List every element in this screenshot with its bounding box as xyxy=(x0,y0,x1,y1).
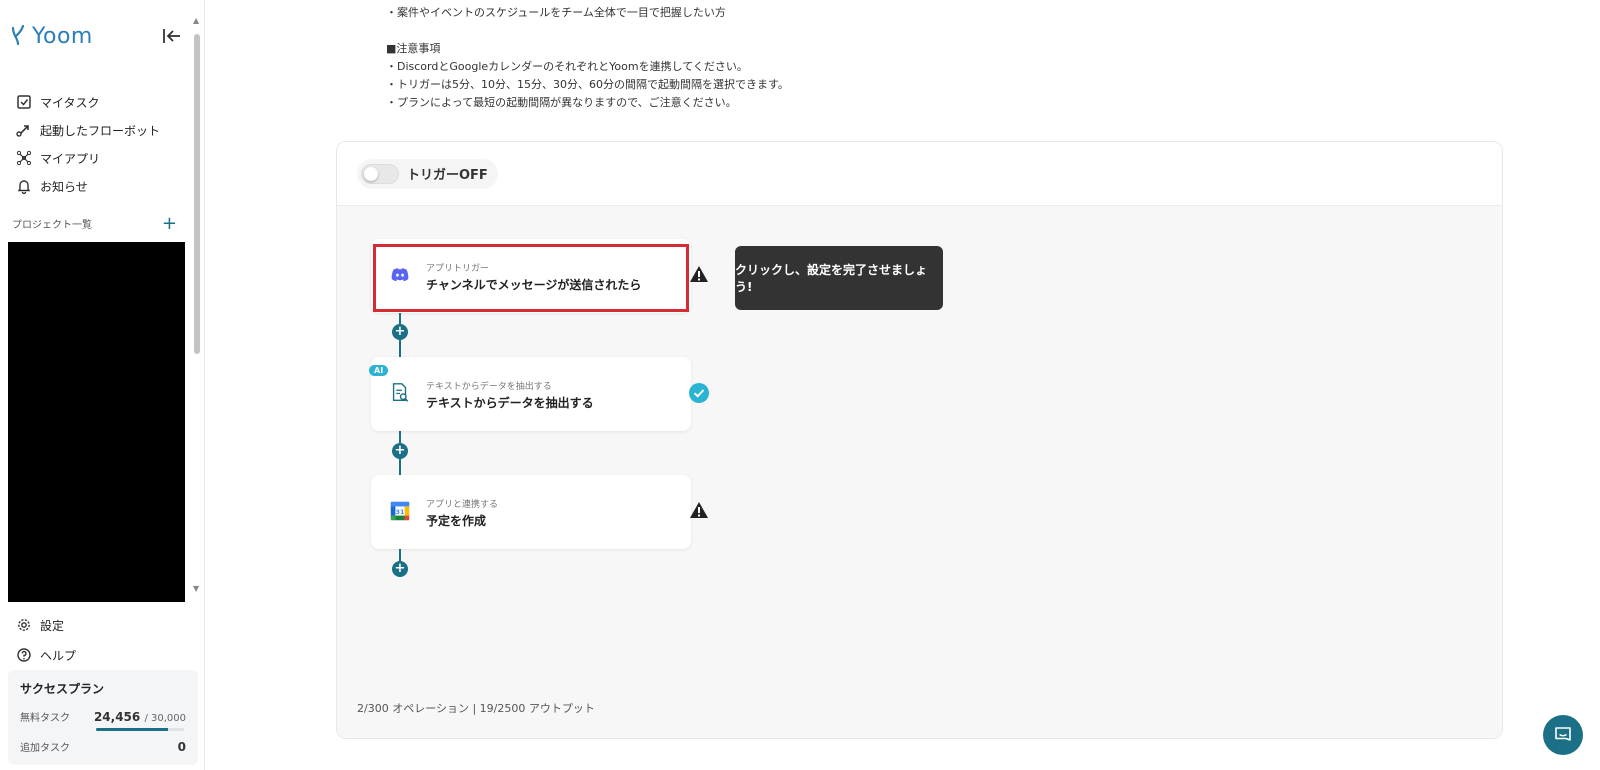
collapse-left-icon xyxy=(163,29,180,43)
step-create-event[interactable]: 31 アプリと連携する 予定を作成 xyxy=(371,475,691,549)
logo-text: Yoom xyxy=(32,23,93,49)
yoom-logo-icon xyxy=(11,24,25,46)
support-chat-button[interactable] xyxy=(1543,715,1583,755)
description-line: ・プランによって最短の起動間隔が異なりますので、ご注意ください。 xyxy=(386,96,737,109)
free-task-value: 24,456 / 30,000 xyxy=(94,710,186,724)
step-title: 予定を作成 xyxy=(426,514,487,528)
nav-label: マイタスク xyxy=(40,95,100,110)
check-icon xyxy=(689,383,709,403)
help-icon xyxy=(17,648,31,662)
toggle-knob xyxy=(364,166,378,181)
step-discord-trigger[interactable]: アプリトリガー チャンネルでメッセージが送信されたら xyxy=(371,239,691,313)
step-subtitle: アプリトリガー xyxy=(426,264,490,274)
flow-arrow-icon xyxy=(16,125,29,137)
collapse-sidebar-button[interactable] xyxy=(160,24,184,48)
nav-item-settings[interactable]: 設定 xyxy=(16,610,186,640)
free-task-row: 無料タスク 24,456 / 30,000 xyxy=(20,709,186,724)
extra-task-row: 追加タスク 0 xyxy=(20,739,186,754)
main-nav: マイタスク 起動したフローボット マイアプリ お知らせ xyxy=(16,88,191,200)
step-extract-text[interactable]: AI テキストからデータを抽出する テキストからデータを抽出する xyxy=(369,357,691,431)
scroll-thumb[interactable] xyxy=(194,34,200,354)
chat-icon xyxy=(1555,727,1571,741)
warning-icon xyxy=(690,502,708,518)
discord-icon xyxy=(391,268,409,282)
svg-text:31: 31 xyxy=(396,508,405,516)
description-line: ・DiscordとGoogleカレンダーのそれぞれとYoomを連携してください。 xyxy=(386,60,748,73)
logo[interactable]: Yoom xyxy=(10,22,93,50)
trigger-toggle[interactable]: トリガーOFF xyxy=(357,158,498,189)
plan-title: サクセスプラン xyxy=(20,682,105,696)
ai-badge: AI xyxy=(369,365,389,376)
step-subtitle: テキストからデータを抽出する xyxy=(426,382,552,392)
step-title: テキストからデータを抽出する xyxy=(426,396,594,410)
checkbox-icon xyxy=(17,95,31,109)
scroll-up-icon[interactable]: ▲ xyxy=(193,16,199,25)
plan-card: サクセスプラン 無料タスク 24,456 / 30,000 追加タスク 0 xyxy=(8,670,198,765)
flowbot-description: ・案件やイベントのスケジュールをチーム全体で一目で把握したい方 ■注意事項 ・D… xyxy=(386,4,789,112)
sidebar-scrollbar[interactable]: ▲ ▼ xyxy=(192,12,202,594)
document-search-icon xyxy=(392,383,409,402)
nav-item-flowbots[interactable]: 起動したフローボット xyxy=(16,116,191,144)
nav-item-my-apps[interactable]: マイアプリ xyxy=(16,144,191,172)
free-task-progress xyxy=(96,728,184,731)
toggle-switch[interactable] xyxy=(361,163,399,184)
description-line xyxy=(386,22,789,40)
bell-icon xyxy=(17,180,31,194)
description-line: ・トリガーは5分、10分、15分、30分、60分の間隔で起動間隔を選択できます。 xyxy=(386,78,789,91)
nav-label: お知らせ xyxy=(40,179,88,194)
project-list-title: プロジェクト一覧 xyxy=(12,220,92,231)
extra-task-label: 追加タスク xyxy=(20,743,70,754)
nav-label: 起動したフローボット xyxy=(40,123,161,138)
setup-tooltip: クリックし、設定を完了させましょう! xyxy=(735,246,943,310)
nav-item-my-tasks[interactable]: マイタスク xyxy=(16,88,191,116)
extra-task-value: 0 xyxy=(177,740,186,754)
nav-item-help[interactable]: ヘルプ xyxy=(16,640,186,670)
step-subtitle: アプリと連携する xyxy=(426,500,499,510)
nav-label: マイアプリ xyxy=(40,151,101,166)
project-list-redacted xyxy=(8,242,185,602)
add-step-button[interactable]: + xyxy=(392,561,408,577)
nav-item-notifications[interactable]: お知らせ xyxy=(16,172,191,200)
flow-editor-card: トリガーOFF アプリトリガー チャンネルでメッセージが送信されたら クリックし… xyxy=(336,141,1503,739)
add-project-button[interactable]: + xyxy=(162,214,177,232)
nav-label: ヘルプ xyxy=(40,648,77,663)
add-step-button[interactable]: + xyxy=(392,443,408,459)
project-list-header: プロジェクト一覧 + xyxy=(12,214,177,232)
scroll-down-icon[interactable]: ▼ xyxy=(193,584,199,593)
description-line: ・案件やイベントのスケジュールをチーム全体で一目で把握したい方 xyxy=(386,6,726,19)
gear-icon xyxy=(18,619,30,631)
free-task-label: 無料タスク xyxy=(20,713,70,724)
flow-header: トリガーOFF xyxy=(337,142,1502,206)
free-task-max: / 30,000 xyxy=(144,713,186,724)
free-task-progress-fill xyxy=(96,728,168,731)
app-network-icon xyxy=(16,150,32,166)
sidebar: Yoom マイタスク 起動したフローボット マイアプリ お知らせ プロジェクト一… xyxy=(0,0,205,770)
trigger-toggle-label: トリガーOFF xyxy=(407,168,488,183)
google-calendar-icon: 31 xyxy=(390,501,410,521)
description-line: ■注意事項 xyxy=(386,42,441,55)
warning-icon xyxy=(690,266,708,282)
free-task-used: 24,456 xyxy=(93,710,141,724)
bottom-nav: 設定 ヘルプ xyxy=(16,610,186,670)
add-step-button[interactable]: + xyxy=(392,324,408,340)
usage-summary: 2/300 オペレーション | 19/2500 アウトプット xyxy=(357,702,595,715)
nav-label: 設定 xyxy=(40,618,65,633)
flow-canvas: アプリトリガー チャンネルでメッセージが送信されたら クリックし、設定を完了させ… xyxy=(337,206,1502,738)
step-title: チャンネルでメッセージが送信されたら xyxy=(426,278,642,292)
